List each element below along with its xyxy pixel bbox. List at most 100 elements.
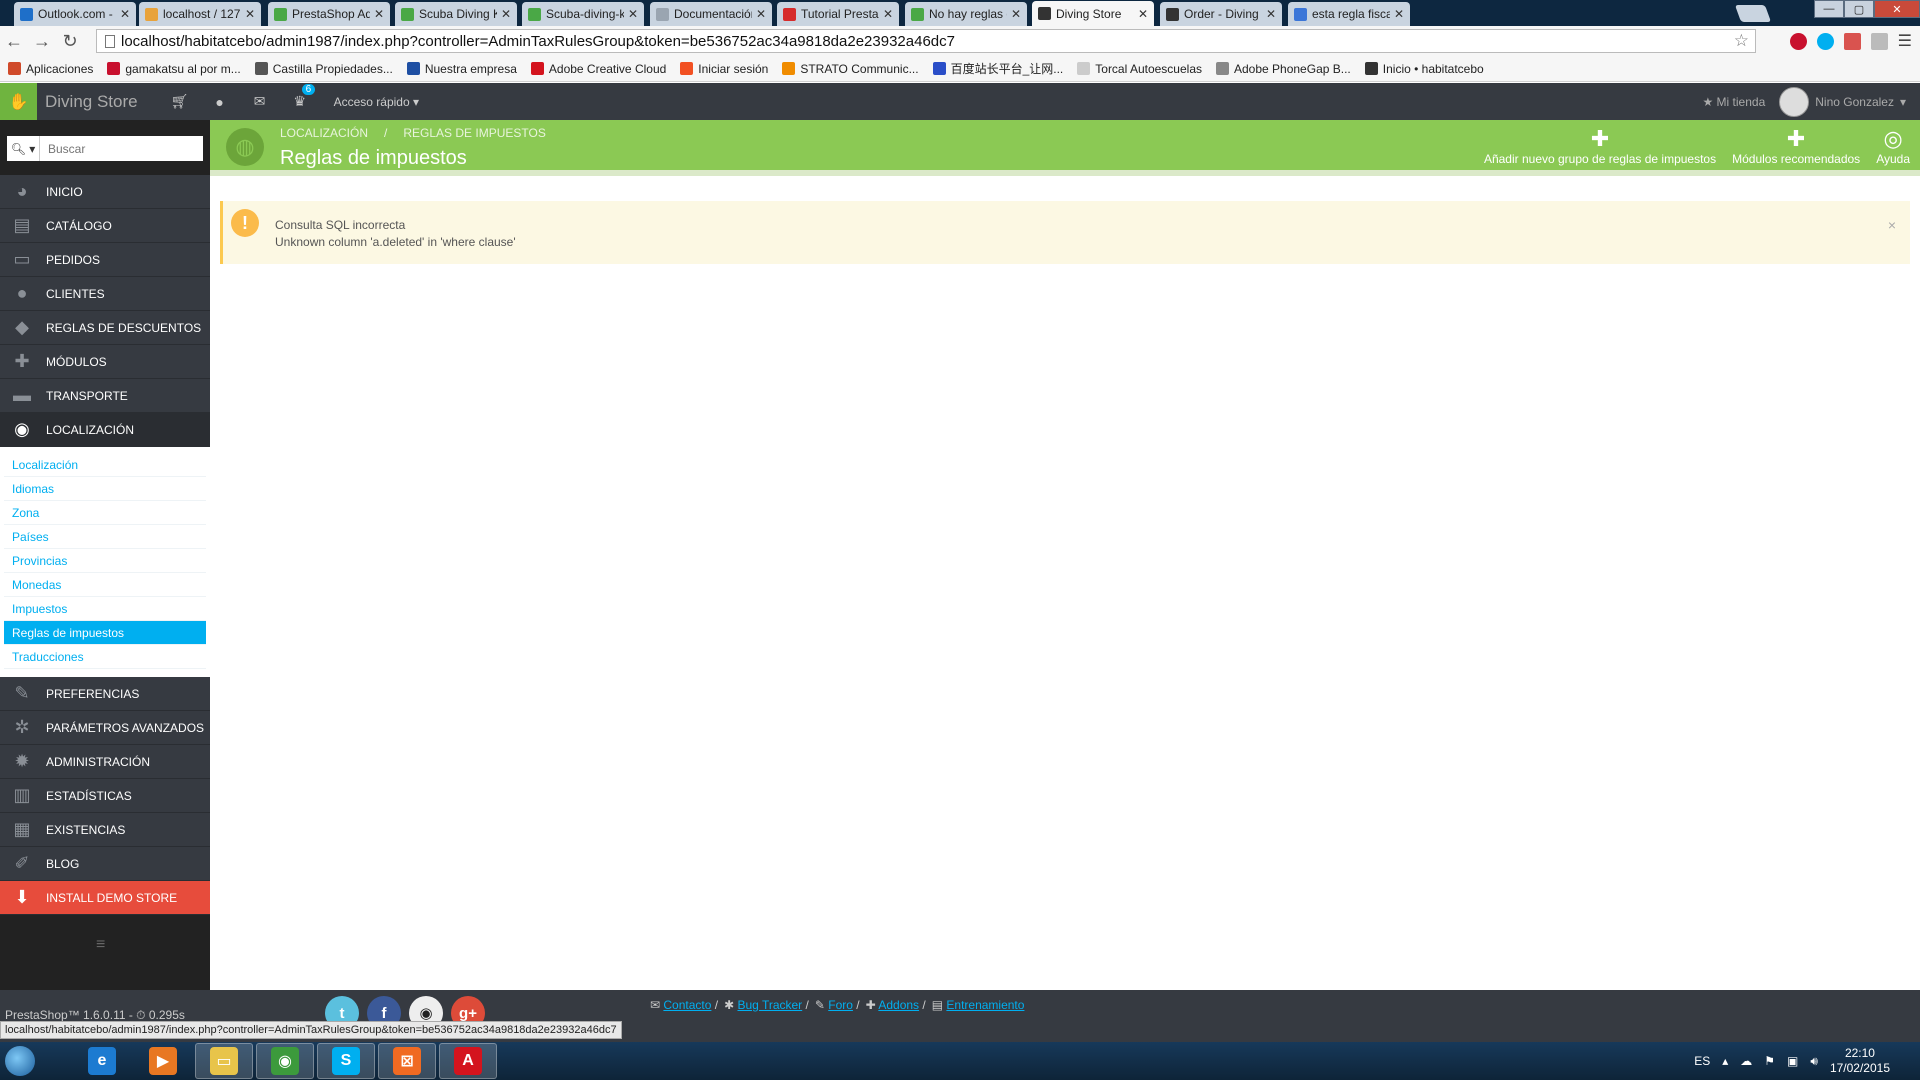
search-input[interactable]: [40, 136, 203, 161]
chrome-menu-icon[interactable]: ☰: [1898, 31, 1912, 51]
tab-close-icon[interactable]: ✕: [1138, 7, 1148, 21]
submenu-item-monedas[interactable]: Monedas: [4, 573, 206, 597]
search-scope-button[interactable]: 🔍︎ ▾: [7, 136, 40, 161]
envelope-icon[interactable]: ✉: [240, 93, 280, 110]
taskbar-app-internet-explorer[interactable]: e: [73, 1043, 131, 1079]
footer-link-contacto[interactable]: Contacto: [663, 998, 711, 1012]
tab-close-icon[interactable]: ✕: [1011, 7, 1021, 21]
browser-tab[interactable]: Outlook.com - hig ✕: [14, 2, 136, 26]
trophy-icon[interactable]: ♛ 6: [280, 84, 320, 110]
submenu-item-reglas-de-impuestos[interactable]: Reglas de impuestos: [4, 621, 206, 645]
bookmark-gamakatsu-al-por-m[interactable]: gamakatsu al por m...: [107, 62, 241, 76]
taskbar-app-chrome[interactable]: ◉: [256, 1043, 314, 1079]
close-icon[interactable]: ×: [1888, 217, 1896, 233]
user-icon[interactable]: ●: [200, 94, 240, 110]
user-menu[interactable]: Nino Gonzalez ▾: [1779, 86, 1906, 117]
toolbar-button-ayuda[interactable]: ◎ Ayuda: [1876, 126, 1910, 166]
address-bar[interactable]: localhost/habitatcebo/admin1987/index.ph…: [96, 29, 1756, 53]
bookmark-strato-communic[interactable]: STRATO Communic...: [782, 62, 919, 76]
sidebar-item-modulos[interactable]: ✚ Módulos: [0, 345, 210, 379]
browser-tab[interactable]: No hay reglas de im ✕: [905, 2, 1027, 26]
volume-icon[interactable]: 🔊︎: [1810, 1054, 1818, 1069]
bookmark-adobe-creative-cloud[interactable]: Adobe Creative Cloud: [530, 62, 666, 76]
tab-close-icon[interactable]: ✕: [628, 7, 638, 21]
browser-tab[interactable]: Order - Diving Store ✕: [1160, 2, 1282, 26]
tab-close-icon[interactable]: ✕: [374, 7, 384, 21]
quick-access-dropdown[interactable]: Acceso rápido ▾: [334, 95, 419, 109]
adblock-icon[interactable]: [1789, 32, 1807, 50]
taskbar-app-media-player[interactable]: ▶: [134, 1043, 192, 1079]
taskbar-app-skype[interactable]: S: [317, 1043, 375, 1079]
bookmark-iniciar-sesion[interactable]: Iniciar sesión: [680, 62, 768, 76]
sidebar-item-transporte[interactable]: ▬ Transporte: [0, 379, 210, 413]
submenu-item-idiomas[interactable]: Idiomas: [4, 477, 206, 501]
bookmark-castilla-propiedades[interactable]: Castilla Propiedades...: [254, 62, 393, 76]
taskbar-app-xampp[interactable]: ⊠: [378, 1043, 436, 1079]
bookmark-inicio-habitatcebo[interactable]: Inicio • habitatcebo: [1364, 62, 1484, 76]
cloud-icon[interactable]: ☁: [1740, 1054, 1752, 1068]
clock[interactable]: 22:10 17/02/2015: [1830, 1046, 1890, 1076]
forward-icon[interactable]: →: [28, 31, 56, 52]
sidebar-item-blog[interactable]: ✐ Blog: [0, 847, 210, 881]
shop-name[interactable]: Diving Store: [45, 92, 138, 112]
language-indicator[interactable]: ES: [1694, 1054, 1710, 1068]
bookmark-star-icon[interactable]: ☆: [1734, 31, 1749, 51]
breadcrumb-item[interactable]: Localización: [280, 126, 368, 140]
submenu-item-localizacion[interactable]: Localización: [4, 453, 206, 477]
tab-close-icon[interactable]: ✕: [883, 7, 893, 21]
close-window-button[interactable]: ✕: [1874, 0, 1920, 18]
tab-close-icon[interactable]: ✕: [501, 7, 511, 21]
maximize-button[interactable]: ▢: [1844, 0, 1874, 18]
sidebar-item-existencias[interactable]: ▦ Existencias: [0, 813, 210, 847]
sidebar-item-preferencias[interactable]: ✎ Preferencias: [0, 677, 210, 711]
back-icon[interactable]: ←: [0, 31, 28, 52]
sidebar-item-reglas-de-descuentos[interactable]: ◆ Reglas de descuentos: [0, 311, 210, 345]
sidebar-item-catalogo[interactable]: ▤ Catálogo: [0, 209, 210, 243]
sidebar-item-localizacion[interactable]: ◉ Localización: [0, 413, 210, 447]
sidebar-item-inicio[interactable]: ◕ Inicio: [0, 175, 210, 209]
extension-icon[interactable]: [1870, 32, 1888, 50]
browser-tab[interactable]: Scuba Diving Kit - P ✕: [395, 2, 517, 26]
sidebar-item-clientes[interactable]: ● Clientes: [0, 277, 210, 311]
footer-link-entrenamiento[interactable]: Entrenamiento: [946, 998, 1024, 1012]
new-tab-button[interactable]: [1734, 5, 1772, 22]
sidebar-item-administracion[interactable]: ✹ Administración: [0, 745, 210, 779]
footer-link-bug-tracker[interactable]: Bug Tracker: [737, 998, 802, 1012]
sidebar-item-parametros-avanzados[interactable]: ✲ Parámetros avanzados: [0, 711, 210, 745]
flag-icon[interactable]: ⚑: [1764, 1054, 1775, 1068]
show-hidden-icons[interactable]: ▴: [1722, 1054, 1728, 1068]
my-shop-link[interactable]: ★ Mi tienda: [1702, 95, 1765, 109]
browser-tab[interactable]: PrestaShop Addons ✕: [268, 2, 390, 26]
skype-extension-icon[interactable]: [1816, 32, 1834, 50]
taskbar-app-file-explorer[interactable]: ▭: [195, 1043, 253, 1079]
start-button[interactable]: [0, 1042, 40, 1080]
prestashop-logo-icon[interactable]: ✋: [0, 83, 37, 120]
footer-link-foro[interactable]: Foro: [828, 998, 853, 1012]
footer-link-addons[interactable]: Addons: [878, 998, 919, 1012]
tab-close-icon[interactable]: ✕: [1266, 7, 1276, 21]
cart-icon[interactable]: 🛒︎: [160, 93, 200, 110]
browser-tab[interactable]: localhost / 127.0.0.1 ✕: [139, 2, 261, 26]
minimize-button[interactable]: —: [1814, 0, 1844, 18]
bookmark-aplicaciones[interactable]: Aplicaciones: [8, 62, 93, 76]
browser-tab[interactable]: Diving Store ✕: [1032, 1, 1154, 26]
bookmark-item[interactable]: 百度站长平台_让网...: [932, 60, 1063, 77]
bookmark-torcal-autoescuelas[interactable]: Torcal Autoescuelas: [1077, 62, 1202, 76]
bookmark-adobe-phonegap-b[interactable]: Adobe PhoneGap B...: [1216, 62, 1351, 76]
network-icon[interactable]: ▣: [1787, 1054, 1798, 1068]
breadcrumb-item[interactable]: Reglas de impuestos: [403, 126, 545, 140]
submenu-item-traducciones[interactable]: Traducciones: [4, 645, 206, 669]
toolbar-button-anadir-nuevo-grupo-de-reglas-de-impuestos[interactable]: ✚ Añadir nuevo grupo de reglas de impuest…: [1484, 126, 1716, 166]
submenu-item-provincias[interactable]: Provincias: [4, 549, 206, 573]
reload-icon[interactable]: ↻: [56, 31, 84, 52]
taskbar-app-acrobat[interactable]: A: [439, 1043, 497, 1079]
submenu-item-zona[interactable]: Zona: [4, 501, 206, 525]
collapse-menu-icon[interactable]: ≡: [96, 936, 105, 954]
submenu-item-impuestos[interactable]: Impuestos: [4, 597, 206, 621]
tab-close-icon[interactable]: ✕: [756, 7, 766, 21]
browser-tab[interactable]: Scuba-diving-kit - I ✕: [522, 2, 644, 26]
sidebar-item-pedidos[interactable]: ▭ Pedidos: [0, 243, 210, 277]
bookmark-nuestra-empresa[interactable]: Nuestra empresa: [406, 62, 517, 76]
browser-tab[interactable]: Documentación de ✕: [650, 2, 772, 26]
browser-tab[interactable]: Tutorial Prestashop ✕: [777, 2, 899, 26]
